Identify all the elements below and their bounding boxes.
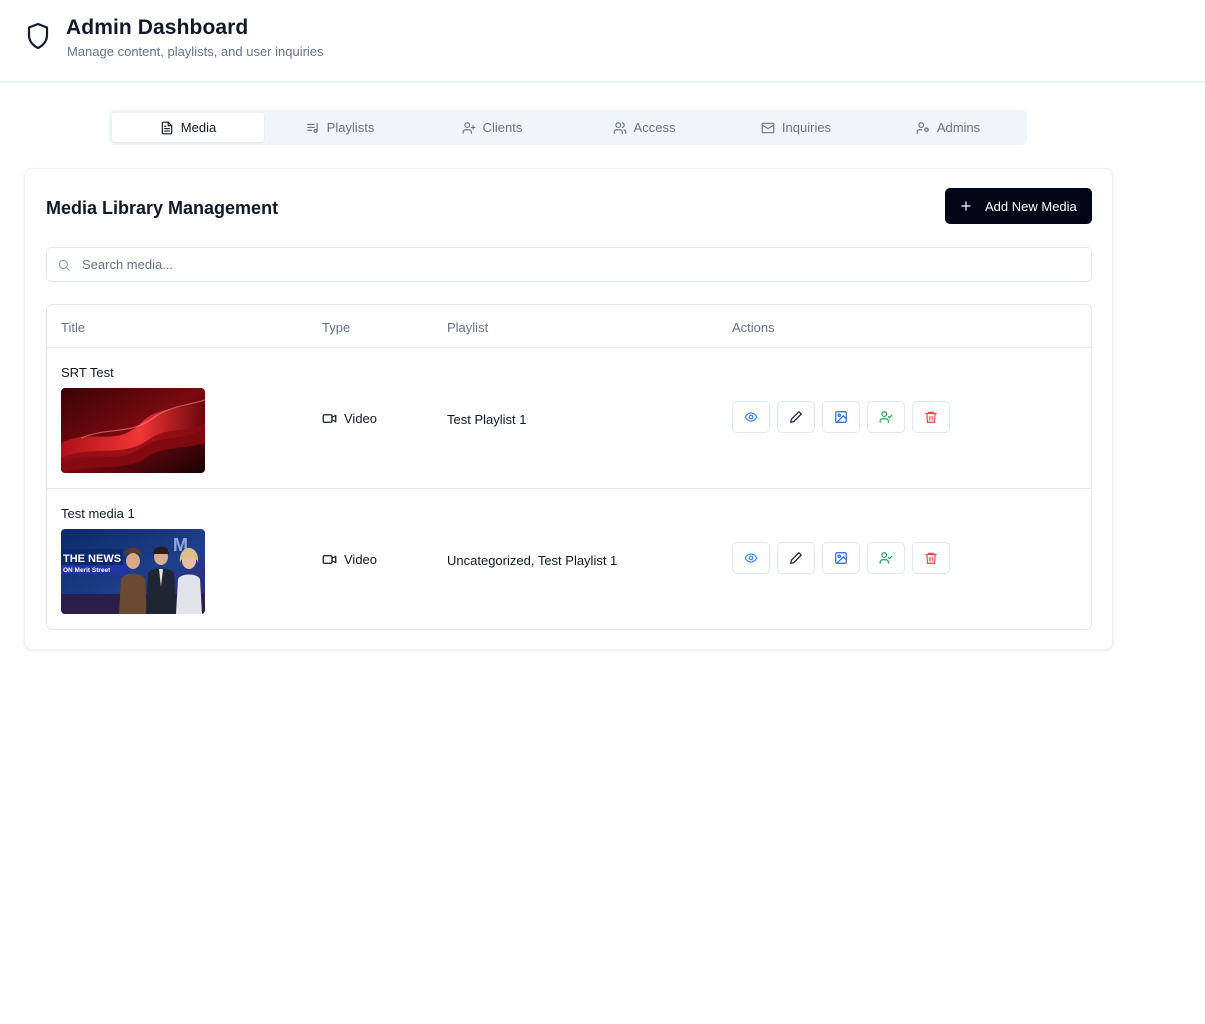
add-new-media-button[interactable]: Add New Media (945, 188, 1092, 224)
assign-user-button[interactable] (867, 542, 905, 574)
tab-clients[interactable]: Clients (416, 113, 568, 142)
delete-button[interactable] (912, 401, 950, 433)
tab-inquiries[interactable]: Inquiries (720, 113, 872, 142)
tab-label: Inquiries (781, 120, 832, 135)
media-type-label: Video (344, 552, 378, 567)
page-title: Admin Dashboard (66, 16, 249, 39)
media-type: Video (322, 552, 377, 567)
video-icon (322, 414, 337, 423)
user-check-icon (879, 411, 893, 423)
news-anchors-image: M THE NEWS ON Merit Street (61, 529, 205, 614)
table-row: SRT Test Video Test Playlist 1 (47, 348, 1091, 489)
image-icon (835, 552, 847, 564)
thumbnail-brand-text: THE NEWS (63, 553, 121, 565)
media-library-card: Media Library Management Add New Media T… (24, 168, 1113, 650)
add-new-media-label: Add New Media (985, 198, 1077, 214)
media-playlist: Test Playlist 1 (447, 412, 527, 427)
media-title: SRT Test (61, 365, 114, 380)
trash-icon (925, 411, 937, 423)
eye-icon (744, 412, 758, 422)
user-check-icon (879, 552, 893, 564)
assign-user-button[interactable] (867, 401, 905, 433)
row-actions (732, 542, 950, 574)
media-thumbnail (61, 388, 205, 473)
tab-playlists[interactable]: Playlists (264, 113, 416, 142)
thumbnail-button[interactable] (822, 401, 860, 433)
tab-admins[interactable]: Admins (872, 113, 1024, 142)
user-plus-icon (462, 121, 476, 134)
tab-label: Admins (936, 120, 981, 135)
section-title: Media Library Management (46, 198, 279, 218)
file-text-icon (161, 121, 173, 134)
table-header: Title Type Playlist Actions (47, 305, 1091, 348)
search-box (46, 247, 1092, 282)
video-icon (322, 555, 337, 564)
edit-button[interactable] (777, 542, 815, 574)
search-icon (58, 259, 70, 271)
column-header-title: Title (61, 320, 86, 335)
media-thumbnail: M THE NEWS ON Merit Street (61, 529, 205, 614)
row-actions (732, 401, 950, 433)
pencil-icon (790, 552, 802, 564)
tab-label: Access (633, 120, 676, 135)
edit-button[interactable] (777, 401, 815, 433)
user-cog-icon (916, 121, 929, 134)
table-row: Test media 1 M THE NEWS ON Merit Street … (47, 489, 1091, 629)
tab-label: Playlists (326, 120, 375, 135)
header: Admin Dashboard Manage content, playlist… (0, 0, 1205, 82)
thumbnail-button[interactable] (822, 542, 860, 574)
media-type-label: Video (344, 411, 378, 426)
tab-label: Media (180, 120, 217, 135)
media-playlist: Uncategorized, Test Playlist 1 (447, 553, 618, 568)
trash-icon (925, 552, 937, 564)
tab-access[interactable]: Access (568, 113, 720, 142)
media-title: Test media 1 (61, 506, 135, 521)
media-type: Video (322, 411, 377, 426)
delete-button[interactable] (912, 542, 950, 574)
thumbnail-sub-text: ON Merit Street (63, 567, 111, 574)
red-abstract-wave-image (61, 388, 205, 473)
view-button[interactable] (732, 401, 770, 433)
plus-icon (961, 201, 971, 211)
column-header-playlist: Playlist (447, 320, 489, 335)
page-subtitle: Manage content, playlists, and user inqu… (67, 44, 324, 59)
column-header-type: Type (322, 320, 351, 335)
users-icon (613, 121, 626, 134)
column-header-actions: Actions (732, 320, 775, 335)
list-music-icon (306, 122, 318, 133)
media-table: Title Type Playlist Actions SRT Test Vid… (46, 304, 1092, 630)
tab-label: Clients (482, 120, 523, 135)
eye-icon (744, 553, 758, 563)
shield-icon (27, 22, 49, 50)
tab-media[interactable]: Media (112, 113, 264, 142)
search-input[interactable] (82, 248, 1082, 281)
tab-bar: Media Playlists Clients Access Inquiries… (109, 110, 1027, 145)
view-button[interactable] (732, 542, 770, 574)
pencil-icon (790, 411, 802, 423)
image-icon (835, 411, 847, 423)
mail-icon (761, 122, 775, 133)
